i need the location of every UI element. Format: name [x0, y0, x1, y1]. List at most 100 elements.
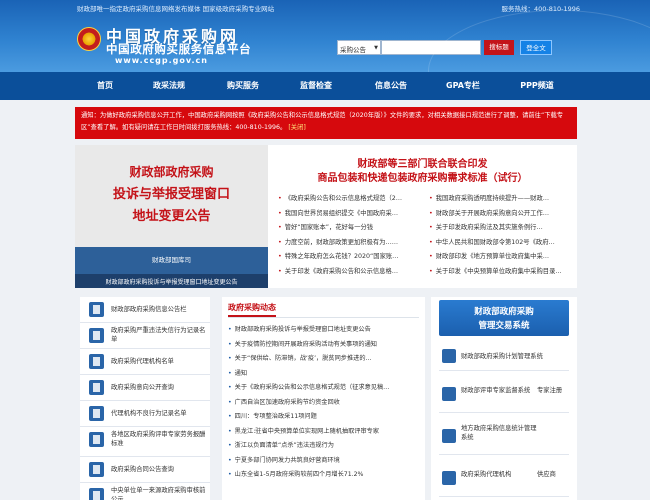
list-item[interactable]: 力度空前，财政部政策更加积极有为……	[278, 236, 428, 251]
nav-gpa[interactable]: GPA专栏	[438, 72, 488, 100]
list-item[interactable]: 浙江以负面清单“点杀”违法违规行为	[228, 439, 423, 454]
system-item-agency[interactable]: 政府采购代理机构 供应商	[439, 461, 569, 497]
list-item[interactable]: 财政部关于开展政府采购意向公开工作…	[429, 207, 575, 222]
side-item-bad-record[interactable]: 代理机构不良行为记录名单	[80, 401, 210, 427]
banner-line-2: 投诉与举报受理窗口	[112, 187, 230, 202]
system-item-label: 财政部评审专家监督系统	[461, 387, 531, 394]
list-item[interactable]: 关于印发《政府采购公告和公示信息格…	[278, 265, 428, 280]
list-item[interactable]: 四川：专项整治政采11项问题	[228, 410, 423, 425]
system-item-label: 政府采购代理机构	[461, 471, 512, 478]
side-item-expert-fees[interactable]: 各地区政府采购评审专家劳务报酬标准	[80, 427, 210, 457]
headline-banner[interactable]: 财政部政府采购 投诉与举报受理窗口 地址变更公告 财政部国库司 财政部政府采购投…	[75, 145, 268, 288]
bulletin-icon	[89, 302, 104, 317]
panel-heading-1: 财政部政府采购	[474, 307, 534, 317]
top-bar: 财政部唯一指定政府采购信息网络发布媒体 国家级政府采购专业网站 服务热线：400…	[77, 3, 580, 13]
headline-section: 财政部政府采购 投诉与举报受理窗口 地址变更公告 财政部国库司 财政部政府采购投…	[75, 145, 577, 288]
banner-line-1: 财政部政府采购	[129, 165, 214, 179]
agency-system-icon	[442, 471, 456, 485]
list-item[interactable]: 关于印发政府采购法及其实施条例行…	[429, 221, 575, 236]
nav-home[interactable]: 首页	[80, 72, 130, 100]
side-item-label: 代理机构不良行为记录名单	[111, 410, 187, 417]
side-item-label: 政府采购严重违法失信行为记录名单	[111, 327, 206, 343]
side-item-single-source[interactable]: 中央单位单一来源政府采购审核前公示	[80, 483, 210, 500]
system-item-label: 财政部政府采购计划管理系统	[461, 353, 543, 360]
list-item[interactable]: 关于《政府采购公告和公示信息格式规范（征求意见稿…	[228, 381, 423, 396]
logo-subtitle: 中国政府购买服务信息平台	[106, 42, 252, 56]
news-list: 财政部政府采购投诉与举报受理窗口地址变更公告 关于疫情防控期间开展政府采购活动有…	[228, 323, 423, 483]
list-item[interactable]: 中华人民共和国财政部令第102号《政府…	[429, 236, 575, 251]
national-emblem-icon	[77, 27, 101, 51]
side-item-label: 政府采购代理机构名单	[111, 358, 174, 365]
list-item[interactable]: 财政部政府采购投诉与举报受理窗口地址变更公告	[228, 323, 423, 338]
list-item[interactable]: 通知	[228, 367, 423, 382]
contract-icon	[89, 462, 104, 477]
list-item[interactable]: 管好“国家账本”，花好每一分钱	[278, 221, 428, 236]
list-item[interactable]: 《政府采购公告和公示信息格式规范（2…	[278, 192, 428, 207]
expert-icon	[89, 432, 104, 447]
expert-register-link[interactable]: 专家注册	[537, 386, 565, 395]
banner-caption: 财政部国库司	[152, 256, 191, 264]
side-item-label: 各地区政府采购评审专家劳务报酬标准	[111, 431, 206, 447]
list-item[interactable]: 我国向世界贸易组织提交《中国政府采…	[278, 207, 428, 222]
agency-icon	[89, 354, 104, 369]
system-item-statistics[interactable]: 地方政府采购信息统计管理系统	[439, 419, 569, 455]
list-item[interactable]: 财政部印发《地方预算单位政府集中采…	[429, 250, 575, 265]
system-item-expert[interactable]: 财政部评审专家监督系统 专家注册	[439, 377, 569, 413]
nav-announcements[interactable]: 信息公告	[366, 72, 416, 100]
search-fulltext-button[interactable]: 登全文	[520, 40, 552, 55]
news-heading[interactable]: 政府采购动态	[228, 303, 276, 317]
headline-title-1[interactable]: 财政部等三部门联合联合印发	[268, 155, 577, 170]
side-item-label: 政府采购合同公告查询	[111, 466, 174, 473]
query-icon	[89, 380, 104, 395]
list-item[interactable]: 关于疫情防控期间开展政府采购活动有关事项的通知	[228, 338, 423, 353]
headline-title-2[interactable]: 商品包装和快递包装政府采购需求标准（试行）	[268, 169, 577, 184]
nav-purchase-services[interactable]: 购买服务	[218, 72, 268, 100]
blacklist-icon	[89, 328, 104, 343]
main-nav: 首页 政采法规 购买服务 监督检查 信息公告 GPA专栏 PPP频道	[0, 72, 650, 100]
list-item[interactable]: 我国政府采购透明度持续提升——财政…	[429, 192, 575, 207]
trading-system-panel: 财政部政府采购 管理交易系统 财政部政府采购计划管理系统 财政部评审专家监督系统…	[431, 297, 577, 500]
side-item-label: 财政部政府采购信息公告栏	[111, 306, 187, 313]
notice-close-link[interactable]: [关闭]	[288, 124, 306, 131]
plan-system-icon	[442, 349, 456, 363]
news-panel: 政府采购动态 财政部政府采购投诉与举报受理窗口地址变更公告 关于疫情防控期间开展…	[222, 297, 425, 500]
list-item[interactable]: 山东全省1-5月政府采购较前四个月增长71.2%	[228, 468, 423, 483]
side-menu: 财政部政府采购信息公告栏 政府采购严重违法失信行为记录名单 政府采购代理机构名单…	[80, 297, 210, 500]
statistics-system-icon	[442, 429, 456, 443]
site-header: 财政部唯一指定政府采购信息网络发布媒体 国家级政府采购专业网站 服务热线：400…	[0, 0, 650, 72]
publicity-icon	[89, 488, 104, 500]
search-input[interactable]	[381, 40, 481, 55]
side-item-intent-query[interactable]: 政府采购意向公开查询	[80, 375, 210, 401]
side-item-contract-query[interactable]: 政府采购合同公告查询	[80, 457, 210, 483]
banner-footer-link[interactable]: 财政部政府采购投诉与举报受理窗口地址变更公告	[75, 277, 268, 286]
chevron-down-icon: ▼	[374, 45, 378, 51]
list-item[interactable]: 特殊之年政府怎么花钱？2020“国家账…	[278, 250, 428, 265]
banner-caption-bar: 财政部国库司	[75, 247, 268, 274]
nav-supervision[interactable]: 监督检查	[291, 72, 341, 100]
search-category-select[interactable]: 采购公告 ▼	[337, 40, 381, 55]
side-item-bulletin[interactable]: 财政部政府采购信息公告栏	[80, 297, 210, 323]
side-item-blacklist[interactable]: 政府采购严重违法失信行为记录名单	[80, 323, 210, 349]
system-item-label: 地方政府采购信息统计管理系统	[461, 425, 537, 441]
record-icon	[89, 406, 104, 421]
side-item-label: 中央单位单一来源政府采购审核前公示	[111, 487, 206, 500]
news-header: 政府采购动态	[228, 302, 419, 318]
list-item[interactable]: 宁夏多部门协同发力共筑良好营商环境	[228, 454, 423, 469]
nav-regulations[interactable]: 政采法规	[144, 72, 194, 100]
headline-left-list: 《政府采购公告和公示信息格式规范（2… 我国向世界贸易组织提交《中国政府采… 管…	[278, 192, 428, 279]
search-category-value: 采购公告	[340, 46, 366, 54]
search-title-button[interactable]: 搜标题	[484, 40, 514, 55]
side-item-agency[interactable]: 政府采购代理机构名单	[80, 349, 210, 375]
list-item[interactable]: 黑龙江:驻省中央预算单位实现网上随机抽取评审专家	[228, 425, 423, 440]
expert-system-icon	[442, 387, 456, 401]
panel-heading-2: 管理交易系统	[478, 321, 530, 331]
list-item[interactable]: 广西自治区加速政府采购节约资金回收	[228, 396, 423, 411]
supplier-link[interactable]: 供应商	[537, 470, 565, 479]
nav-ppp[interactable]: PPP频道	[512, 72, 562, 100]
list-item[interactable]: 关于印发《中央预算单位政府集中采购目录…	[429, 265, 575, 280]
side-item-label: 政府采购意向公开查询	[111, 384, 174, 391]
system-item-plan[interactable]: 财政部政府采购计划管理系统	[439, 341, 569, 371]
trading-system-header[interactable]: 财政部政府采购 管理交易系统	[439, 300, 569, 336]
top-notice-text: 财政部唯一指定政府采购信息网络发布媒体 国家级政府采购专业网站	[77, 5, 275, 13]
list-item[interactable]: 关于“保供给、防滞销，战‘疫’，脱贫同步推进的…	[228, 352, 423, 367]
